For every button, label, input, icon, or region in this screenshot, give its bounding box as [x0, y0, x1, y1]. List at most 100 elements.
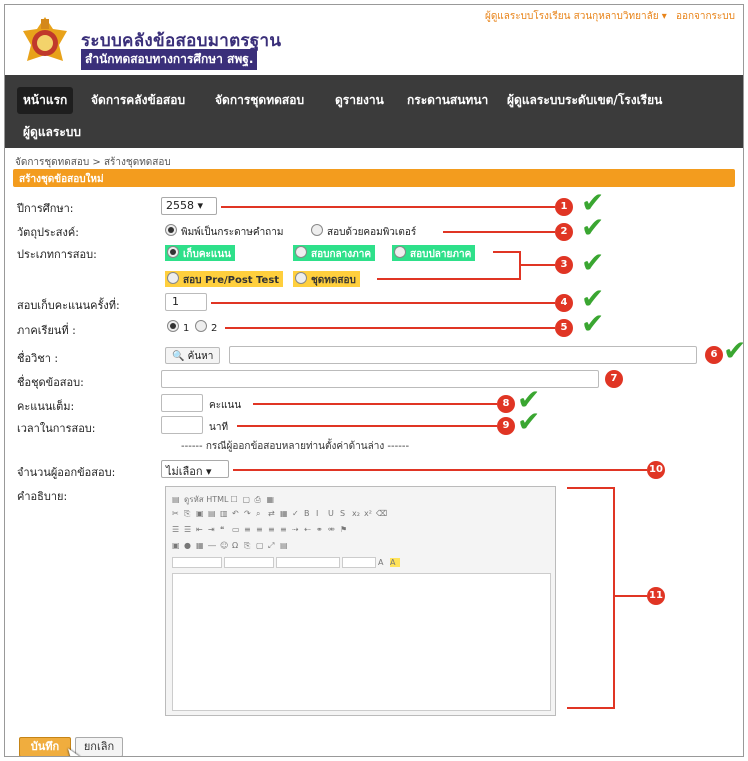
round-input[interactable]: 1 — [165, 293, 207, 311]
authors-select[interactable]: ไม่เลือก ▾ — [161, 460, 229, 478]
numbered-list-icon[interactable]: ☰ — [172, 525, 182, 534]
nav-admin[interactable]: ผู้ดูแลระบบ — [17, 119, 87, 146]
maximize-icon[interactable]: ⤢ — [268, 541, 278, 551]
template-icon[interactable]: ▦ — [266, 495, 276, 504]
show-blocks-icon[interactable]: ▤ — [280, 541, 290, 550]
select-all-icon[interactable]: ▦ — [280, 509, 290, 518]
annotation-line-11b — [567, 707, 615, 709]
bold-icon[interactable]: B — [304, 509, 314, 518]
paste-text-icon[interactable]: ▤ — [208, 509, 218, 518]
preview-icon[interactable]: ▢ — [242, 495, 252, 504]
cut-icon[interactable]: ✂ — [172, 509, 182, 518]
blockquote-icon[interactable]: ❝ — [220, 525, 230, 534]
bulleted-list-icon[interactable]: ☰ — [184, 525, 194, 534]
exam-type-radio-midterm[interactable] — [295, 246, 307, 258]
term-1-label: 1 — [183, 323, 190, 334]
subscript-icon[interactable]: x₂ — [352, 509, 362, 518]
annotation-badge-5: 5 — [555, 319, 573, 337]
exam-type-radio-final[interactable] — [394, 246, 406, 258]
outdent-icon[interactable]: ⇤ — [196, 525, 206, 534]
annotation-line-11c — [613, 595, 647, 597]
exam-type-radio-testset[interactable] — [295, 272, 307, 284]
italic-icon[interactable]: I — [316, 509, 326, 518]
strike-icon[interactable]: S — [340, 509, 350, 518]
exam-type-final[interactable]: สอบปลายภาค — [392, 245, 476, 261]
anchor-icon[interactable]: ⚑ — [340, 525, 350, 534]
exam-type-radio-prepost[interactable] — [167, 272, 179, 284]
editor-content-area[interactable] — [172, 573, 551, 711]
hr-icon[interactable]: ― — [208, 541, 218, 550]
indent-icon[interactable]: ⇥ — [208, 525, 218, 534]
purpose-radio-computer[interactable] — [311, 224, 323, 236]
format-dropdown[interactable] — [224, 557, 274, 568]
exam-type-midterm[interactable]: สอบกลางภาค — [293, 245, 376, 261]
nav-manage-item-bank[interactable]: จัดการคลังข้อสอบ — [85, 87, 191, 114]
image-icon[interactable]: ▣ — [172, 541, 182, 550]
term-radio-2[interactable] — [195, 320, 207, 332]
nav-home[interactable]: หน้าแรก — [17, 87, 74, 114]
search-button[interactable]: 🔍 ค้นหา — [165, 347, 221, 364]
year-select[interactable]: 2558 ▾ — [161, 197, 217, 215]
new-page-icon[interactable]: ☐ — [230, 495, 240, 504]
rtl-icon[interactable]: ⇠ — [304, 525, 314, 534]
table-icon[interactable]: ▦ — [196, 541, 206, 550]
underline-icon[interactable]: U — [328, 509, 338, 518]
paste-icon[interactable]: ▣ — [196, 509, 206, 518]
align-right-icon[interactable]: ≡ — [268, 525, 278, 534]
check-icon: ✔ — [517, 405, 541, 438]
nav-reports[interactable]: ดูรายงาน — [329, 87, 390, 114]
size-dropdown[interactable] — [342, 557, 376, 568]
source-button-label[interactable]: ดูรหัส HTML — [184, 493, 228, 506]
annotation-badge-10: 10 — [647, 461, 665, 479]
logout-link[interactable]: ออกจากระบบ — [676, 11, 735, 22]
smiley-icon[interactable]: ☺ — [220, 541, 230, 550]
text-color-icon[interactable]: A — [378, 558, 388, 567]
redo-icon[interactable]: ↷ — [244, 509, 254, 518]
superscript-icon[interactable]: x² — [364, 509, 374, 518]
link-icon[interactable]: ⚭ — [316, 525, 326, 534]
paste-word-icon[interactable]: ▥ — [220, 509, 230, 518]
annotation-line-3b — [377, 278, 521, 280]
annotation-badge-1: 1 — [555, 198, 573, 216]
font-dropdown[interactable] — [276, 557, 340, 568]
full-score-label: คะแนนเต็ม: — [17, 400, 75, 413]
replace-icon[interactable]: ⇄ — [268, 509, 278, 518]
nav-forum[interactable]: กระดานสนทนา — [401, 87, 494, 114]
copy-icon[interactable]: ⎘ — [184, 509, 194, 519]
cancel-button[interactable]: ยกเลิก — [75, 737, 123, 756]
user-menu: ผู้ดูแลระบบโรงเรียน สวนกุหลาบวิทยาลัย ▾ … — [479, 9, 735, 24]
page-break-icon[interactable]: ⎘ — [244, 541, 254, 551]
save-button[interactable]: บันทึก — [19, 737, 71, 756]
undo-icon[interactable]: ↶ — [232, 509, 242, 518]
special-char-icon[interactable]: Ω — [232, 541, 242, 550]
nav-manage-test-sets[interactable]: จัดการชุดทดสอบ — [209, 87, 310, 114]
find-icon[interactable]: ⌕ — [256, 509, 266, 519]
ltr-icon[interactable]: ⇢ — [292, 525, 302, 534]
spellcheck-icon[interactable]: ✓ — [292, 509, 302, 518]
remove-format-icon[interactable]: ⌫ — [376, 509, 387, 518]
time-input[interactable] — [161, 416, 203, 434]
div-icon[interactable]: ▭ — [232, 525, 242, 534]
user-menu-dropdown[interactable]: ผู้ดูแลระบบโรงเรียน สวนกุหลาบวิทยาลัย ▾ — [485, 11, 667, 22]
term-radio-1[interactable] — [167, 320, 179, 332]
annotation-line-4 — [211, 302, 555, 304]
align-center-icon[interactable]: ≡ — [256, 525, 266, 534]
purpose-radio-paper[interactable] — [165, 224, 177, 236]
exam-type-collect-score[interactable]: เก็บคะแนน — [165, 245, 235, 261]
full-score-input[interactable] — [161, 394, 203, 412]
flash-icon[interactable]: ● — [184, 541, 194, 550]
exam-type-prepost[interactable]: สอบ Pre/Post Test — [165, 271, 284, 287]
bg-color-icon[interactable]: A — [390, 558, 400, 567]
styles-dropdown[interactable] — [172, 557, 222, 568]
subject-input[interactable] — [229, 346, 697, 364]
source-icon[interactable]: ▤ — [172, 495, 182, 504]
time-unit: นาที — [209, 422, 229, 433]
exam-type-testset[interactable]: ชุดทดสอบ — [293, 271, 360, 287]
justify-icon[interactable]: ≡ — [280, 525, 290, 534]
print-icon[interactable]: ⎙ — [254, 495, 264, 505]
align-left-icon[interactable]: ≡ — [244, 525, 254, 534]
iframe-icon[interactable]: ▢ — [256, 541, 266, 550]
exam-type-radio-collect[interactable] — [167, 246, 179, 258]
unlink-icon[interactable]: ⚮ — [328, 525, 338, 534]
nav-area-school-admin[interactable]: ผู้ดูแลระบบระดับเขต/โรงเรียน — [501, 87, 668, 114]
